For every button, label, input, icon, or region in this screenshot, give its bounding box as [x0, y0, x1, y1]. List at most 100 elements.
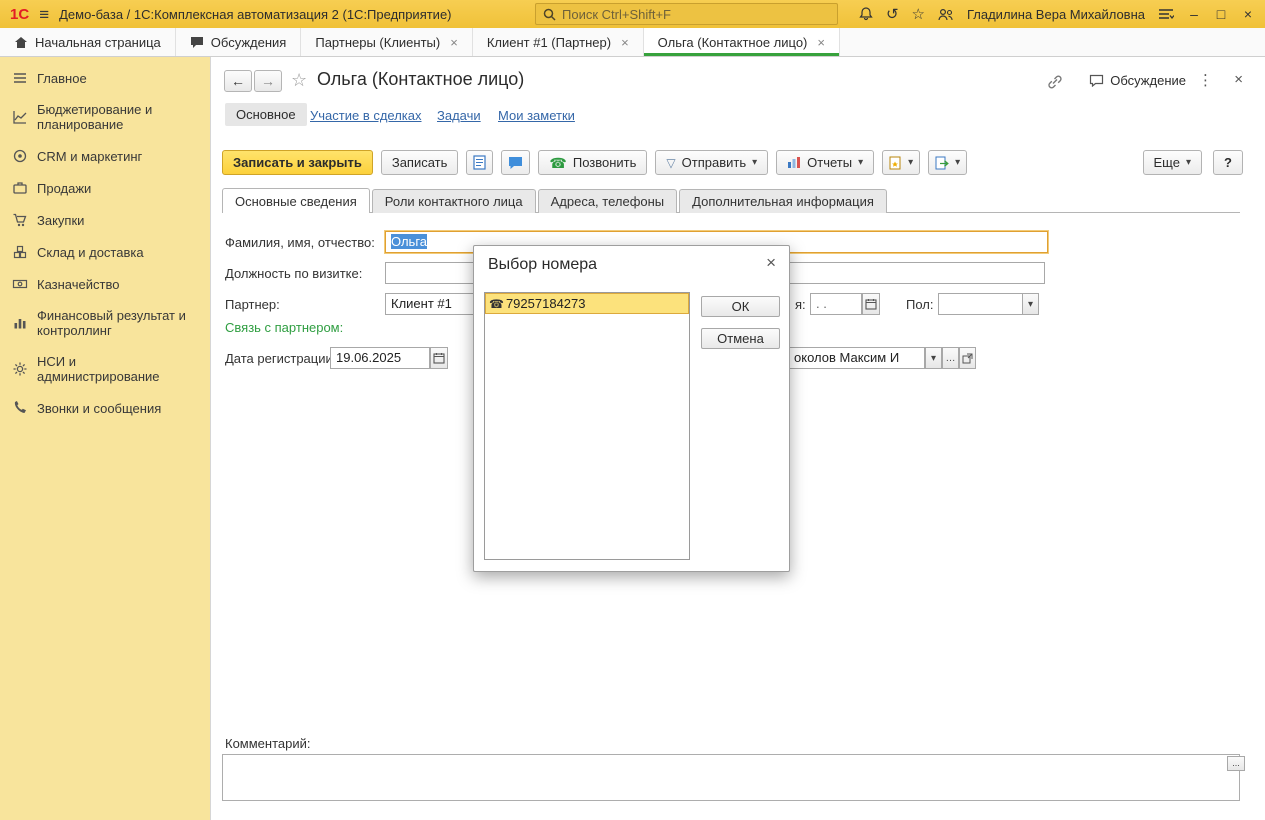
- chevron-down-icon: ▾: [955, 157, 960, 168]
- comment-expand-button[interactable]: ...: [1227, 756, 1245, 771]
- files-icon: [473, 155, 486, 170]
- birthdate-input[interactable]: . .: [810, 293, 862, 315]
- treasury-icon: [12, 276, 28, 292]
- send-button[interactable]: ▽ Отправить ▾: [655, 150, 768, 175]
- maximize-button[interactable]: □: [1214, 6, 1228, 22]
- discussion-icon: [1089, 74, 1104, 87]
- service-menu-icon[interactable]: [1158, 8, 1174, 20]
- sections-panel: Главное Бюджетирование и планирование CR…: [0, 57, 210, 820]
- tab-addresses-phones[interactable]: Адреса, телефоны: [538, 189, 678, 213]
- tab-basic-info[interactable]: Основные сведения: [222, 188, 370, 213]
- main-menu-icon[interactable]: ≡: [39, 6, 49, 23]
- responsible-ellipsis-button[interactable]: …: [942, 347, 959, 369]
- nav-notes-link[interactable]: Мои заметки: [498, 108, 575, 123]
- nav-main[interactable]: Основное: [225, 103, 307, 126]
- sidebar-item-warehouse[interactable]: Склад и доставка: [0, 236, 210, 268]
- save-button[interactable]: Записать: [381, 150, 459, 175]
- regdate-calendar-button[interactable]: [430, 347, 448, 369]
- number-list[interactable]: ☎ 79257184273: [484, 292, 690, 560]
- list-item-number[interactable]: ☎ 79257184273: [485, 293, 689, 314]
- forward-button[interactable]: →: [254, 70, 282, 92]
- phone-number: 79257184273: [506, 296, 586, 311]
- ok-button[interactable]: ОК: [701, 296, 780, 317]
- more-button[interactable]: Еще ▾: [1143, 150, 1202, 175]
- contact-form-window: ← → ☆ Ольга (Контактное лицо) Обсуждение…: [210, 57, 1265, 820]
- create-on-base-icon: [889, 156, 902, 170]
- tab-olga-contact[interactable]: Ольга (Контактное лицо) ×: [644, 28, 840, 56]
- tab-label: Партнеры (Клиенты): [315, 35, 440, 50]
- sidebar-item-purchases[interactable]: Закупки: [0, 204, 210, 236]
- chevron-down-icon: ▾: [752, 157, 757, 168]
- chevron-down-icon: ▾: [858, 157, 863, 168]
- tab-close-icon[interactable]: ×: [450, 35, 458, 50]
- reports-icon: [787, 156, 801, 169]
- current-user-name[interactable]: Гладилина Вера Михайловна: [967, 7, 1145, 22]
- cancel-button[interactable]: Отмена: [701, 328, 780, 349]
- sidebar-item-calls[interactable]: Звонки и сообщения: [0, 392, 210, 424]
- sidebar-item-crm[interactable]: CRM и маркетинг: [0, 140, 210, 172]
- calendar-icon: [865, 298, 877, 310]
- sidebar-item-admin[interactable]: НСИ и администрирование: [0, 346, 210, 392]
- open-windows-bar: Начальная страница Обсуждения Партнеры (…: [0, 28, 1265, 57]
- tab-close-icon[interactable]: ×: [817, 35, 825, 50]
- sidebar-item-budgeting[interactable]: Бюджетирование и планирование: [0, 94, 210, 140]
- tab-close-icon[interactable]: ×: [621, 35, 629, 50]
- responsible-open-button[interactable]: [959, 347, 976, 369]
- sidebar-item-main[interactable]: Главное: [0, 62, 210, 94]
- sidebar-item-label: НСИ и администрирование: [37, 354, 202, 384]
- get-link-icon[interactable]: [1047, 75, 1063, 89]
- tab-partners[interactable]: Партнеры (Клиенты) ×: [301, 28, 472, 56]
- start-discussion-button[interactable]: [501, 150, 530, 175]
- gender-dropdown-button[interactable]: ▾: [1022, 293, 1039, 315]
- save-close-button[interactable]: Записать и закрыть: [222, 150, 373, 175]
- call-button[interactable]: ☎ Позвонить: [538, 150, 647, 175]
- tab-additional-info[interactable]: Дополнительная информация: [679, 189, 887, 213]
- search-icon: [543, 8, 556, 21]
- tab-client1[interactable]: Клиент #1 (Партнер) ×: [473, 28, 644, 56]
- discussion-button[interactable]: Обсуждение: [1089, 73, 1186, 88]
- discussions-tab[interactable]: Обсуждения: [176, 28, 302, 56]
- registration-date-label: Дата регистрации:: [225, 351, 336, 366]
- sidebar-item-sales[interactable]: Продажи: [0, 172, 210, 204]
- birthdate-calendar-button[interactable]: [862, 293, 880, 315]
- notifications-icon[interactable]: [859, 7, 873, 21]
- sidebar-item-treasury[interactable]: Казначейство: [0, 268, 210, 300]
- number-select-dialog: Выбор номера × ☎ 79257184273 ОК Отмена: [473, 245, 790, 572]
- sidebar-item-label: Казначейство: [37, 277, 119, 292]
- nav-tasks-link[interactable]: Задачи: [437, 108, 481, 123]
- help-button[interactable]: ?: [1213, 150, 1243, 175]
- home-tab[interactable]: Начальная страница: [0, 28, 176, 56]
- minimize-button[interactable]: –: [1187, 6, 1201, 22]
- registration-date-input[interactable]: 19.06.2025: [330, 347, 430, 369]
- tab-contact-roles[interactable]: Роли контактного лица: [372, 189, 536, 213]
- phone-icon: ☎: [549, 156, 566, 170]
- reports-button[interactable]: Отчеты ▾: [776, 150, 874, 175]
- gender-select[interactable]: [938, 293, 1023, 315]
- titlebar-icons: ↺ ☆ Гладилина Вера Михайловна – □ ×: [859, 6, 1255, 22]
- tab-label: Ольга (Контактное лицо): [658, 35, 808, 50]
- history-icon[interactable]: ↺: [886, 7, 899, 22]
- dialog-close-icon[interactable]: ×: [766, 253, 776, 273]
- collaboration-icon[interactable]: [938, 8, 954, 21]
- kebab-menu-icon[interactable]: ⋮: [1198, 71, 1213, 89]
- close-form-icon[interactable]: ×: [1234, 71, 1243, 88]
- global-search-input[interactable]: Поиск Ctrl+Shift+F: [535, 3, 838, 25]
- favorites-icon[interactable]: ☆: [912, 7, 925, 22]
- phone-icon: ☎: [489, 298, 504, 310]
- mail-actions-button[interactable]: ▾: [928, 150, 967, 175]
- comment-textarea[interactable]: [222, 754, 1240, 801]
- crm-icon: [12, 148, 28, 164]
- responsible-dropdown-button[interactable]: ▾: [925, 347, 942, 369]
- responsible-input[interactable]: околов Максим И: [788, 347, 925, 369]
- open-icon: [962, 353, 973, 364]
- chat-icon: [190, 36, 204, 49]
- nav-deals-link[interactable]: Участие в сделках: [310, 108, 422, 123]
- close-window-button[interactable]: ×: [1241, 6, 1255, 22]
- files-button[interactable]: [466, 150, 493, 175]
- favorite-star-icon[interactable]: ☆: [291, 70, 307, 91]
- sidebar-item-finance[interactable]: Финансовый результат и контроллинг: [0, 300, 210, 346]
- create-on-base-button[interactable]: ▾: [882, 150, 920, 175]
- form-toolbar: Записать и закрыть Записать ☎ Позвонить …: [222, 150, 967, 175]
- phone-chat-icon: [12, 400, 28, 416]
- back-button[interactable]: ←: [224, 70, 252, 92]
